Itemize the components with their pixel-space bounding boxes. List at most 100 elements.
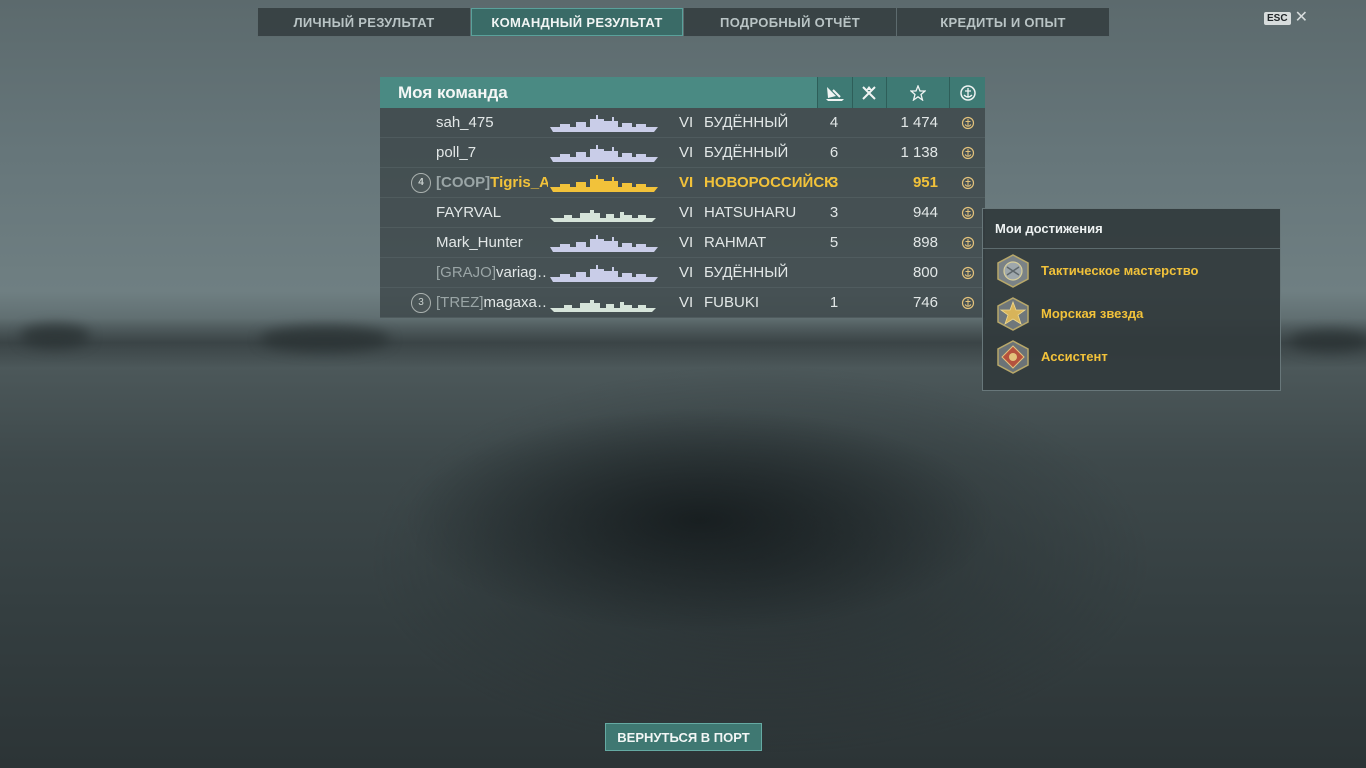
ships-destroyed-count: 3 — [829, 204, 839, 221]
background-island — [260, 326, 390, 352]
division-number: 3 — [411, 292, 431, 313]
player-name[interactable]: poll_7 — [436, 138, 548, 167]
player-name[interactable]: [TREZ] magaxa… — [436, 288, 548, 317]
return-to-port-button[interactable]: ВЕРНУТЬСЯ В ПОРТ — [605, 723, 762, 751]
player-name[interactable]: [GRAJO] variag… — [436, 258, 548, 287]
ship-name: RAHMAT — [704, 234, 767, 251]
ship-silhouette — [550, 138, 660, 167]
ship-name: БУДЁННЫЙ — [704, 114, 789, 131]
team-panel-header: Моя команда — [380, 77, 985, 108]
ship-name: НОВОРОССИЙСК — [704, 174, 834, 191]
tab-team-result[interactable]: КОМАНДНЫЙ РЕЗУЛЬТАТ — [471, 8, 684, 36]
player-name[interactable]: sah_475 — [436, 108, 548, 137]
table-row[interactable]: Mark_Hunter VI RAHMAT 5 898 — [380, 228, 985, 258]
ships-destroyed-count: 3 — [829, 174, 839, 191]
table-row[interactable]: sah_475 VI БУДЁННЫЙ 4 1 474 — [380, 108, 985, 138]
ship-tier: VI — [679, 114, 694, 131]
ship-silhouette — [550, 228, 660, 257]
base-xp-value: 1 138 — [900, 144, 938, 161]
table-row[interactable]: 3 [TREZ] magaxa… VI FUBUKI 1 746 — [380, 288, 985, 318]
achievements-icon[interactable] — [959, 108, 977, 137]
achievements-icon[interactable] — [949, 77, 985, 108]
tactical-mastery-medal-icon — [997, 253, 1029, 288]
player-name[interactable]: FAYRVAL — [436, 198, 548, 227]
achievements-icon[interactable] — [959, 198, 977, 227]
ship-silhouette — [550, 198, 660, 227]
ship-tier: VI — [679, 144, 694, 161]
ship-name: HATSUHARU — [704, 204, 797, 221]
division-badge — [411, 108, 431, 137]
ship-tier: VI — [679, 174, 694, 191]
results-tabs: ЛИЧНЫЙ РЕЗУЛЬТАТ КОМАНДНЫЙ РЕЗУЛЬТАТ ПОД… — [257, 7, 1110, 37]
achievement-label: Ассистент — [1041, 349, 1108, 364]
ships-destroyed-count: 5 — [829, 234, 839, 251]
player-nickname: variag… — [496, 264, 548, 281]
ship-silhouette-icon — [550, 174, 658, 192]
achievement-item: Тактическое мастерство — [983, 249, 1280, 292]
ship-tier: VI — [679, 204, 694, 221]
clan-tag: [COOP] — [436, 174, 491, 191]
achievements-icon[interactable] — [959, 138, 977, 167]
table-row[interactable]: poll_7 VI БУДЁННЫЙ 6 1 138 — [380, 138, 985, 168]
background-island — [20, 324, 90, 348]
player-nickname: FAYRVAL — [436, 204, 502, 221]
clan-tag: [TREZ] — [436, 294, 484, 311]
division-badge — [411, 228, 431, 257]
ship-silhouette — [550, 258, 660, 287]
player-nickname: Mark_Hunter — [436, 234, 523, 251]
achievements-icon[interactable] — [959, 168, 977, 197]
close-button[interactable]: ESC ✕ — [1264, 10, 1308, 26]
tab-credits-and-xp[interactable]: КРЕДИТЫ И ОПЫТ — [897, 8, 1109, 36]
achievements-icon[interactable] — [959, 228, 977, 257]
clan-tag: [GRAJO] — [436, 264, 497, 281]
tab-personal-result[interactable]: ЛИЧНЫЙ РЕЗУЛЬТАТ — [258, 8, 471, 36]
achievements-title: Мои достижения — [983, 209, 1280, 249]
player-nickname: poll_7 — [436, 144, 477, 161]
achievement-label: Тактическое мастерство — [1041, 263, 1199, 278]
base-xp-value: 951 — [912, 174, 938, 191]
player-nickname: Tigris_A… — [490, 174, 548, 191]
background-island — [1290, 330, 1366, 352]
player-name[interactable]: Mark_Hunter — [436, 228, 548, 257]
division-badge — [411, 258, 431, 287]
player-name[interactable]: [COOP]Tigris_A… — [436, 168, 548, 197]
achievement-item: Ассистент — [983, 335, 1280, 378]
ship-silhouette — [550, 108, 660, 137]
player-nickname: magaxa… — [483, 294, 549, 311]
team-title: Моя команда — [398, 82, 508, 102]
achievement-item: Морская звезда — [983, 292, 1280, 335]
star-icon[interactable] — [886, 77, 950, 108]
ship-silhouette-icon — [550, 114, 658, 132]
team-panel: Моя команда sah_475 VI БУДЁННЫЙ 4 1 474 poll_… — [380, 77, 985, 318]
division-badge: 3 — [411, 288, 431, 317]
base-xp-value: 800 — [912, 264, 938, 281]
player-nickname: sah_475 — [436, 114, 494, 131]
achievement-label: Морская звезда — [1041, 306, 1144, 321]
tab-detailed-report[interactable]: ПОДРОБНЫЙ ОТЧЁТ — [684, 8, 897, 36]
ships-destroyed-count: 1 — [829, 294, 839, 311]
ship-silhouette-icon — [550, 144, 658, 162]
division-badge: 4 — [411, 168, 431, 197]
ship-name: БУДЁННЫЙ — [704, 144, 789, 161]
base-xp-value: 944 — [912, 204, 938, 221]
ship-tier: VI — [679, 264, 694, 281]
table-row[interactable]: 4[COOP]Tigris_A…VIНОВОРОССИЙСК3951 — [380, 168, 985, 198]
team-rows: sah_475 VI БУДЁННЫЙ 4 1 474 poll_7 VI БУДЁННЫЙ 6… — [380, 108, 985, 318]
division-badge — [411, 138, 431, 167]
base-xp-value: 898 — [912, 234, 938, 251]
ships-destroyed-count — [826, 258, 842, 287]
sea-star-medal-icon — [997, 296, 1029, 331]
ship-silhouette-icon — [550, 234, 658, 252]
achievements-tooltip: Мои достижения Тактическое мастерство Мо… — [982, 208, 1281, 391]
table-row[interactable]: [GRAJO] variag… VI БУДЁННЫЙ 800 — [380, 258, 985, 288]
table-row[interactable]: FAYRVAL VI HATSUHARU 3 944 — [380, 198, 985, 228]
ship-silhouette-icon — [550, 209, 656, 222]
ships-destroyed-icon[interactable] — [817, 77, 852, 108]
achievements-icon[interactable] — [959, 258, 977, 287]
achievements-icon[interactable] — [959, 288, 977, 317]
aircraft-destroyed-icon[interactable] — [851, 77, 887, 108]
ship-name: FUBUKI — [704, 294, 760, 311]
ship-tier: VI — [679, 234, 694, 251]
ships-destroyed-count: 4 — [829, 114, 839, 131]
base-xp-value: 746 — [912, 294, 938, 311]
